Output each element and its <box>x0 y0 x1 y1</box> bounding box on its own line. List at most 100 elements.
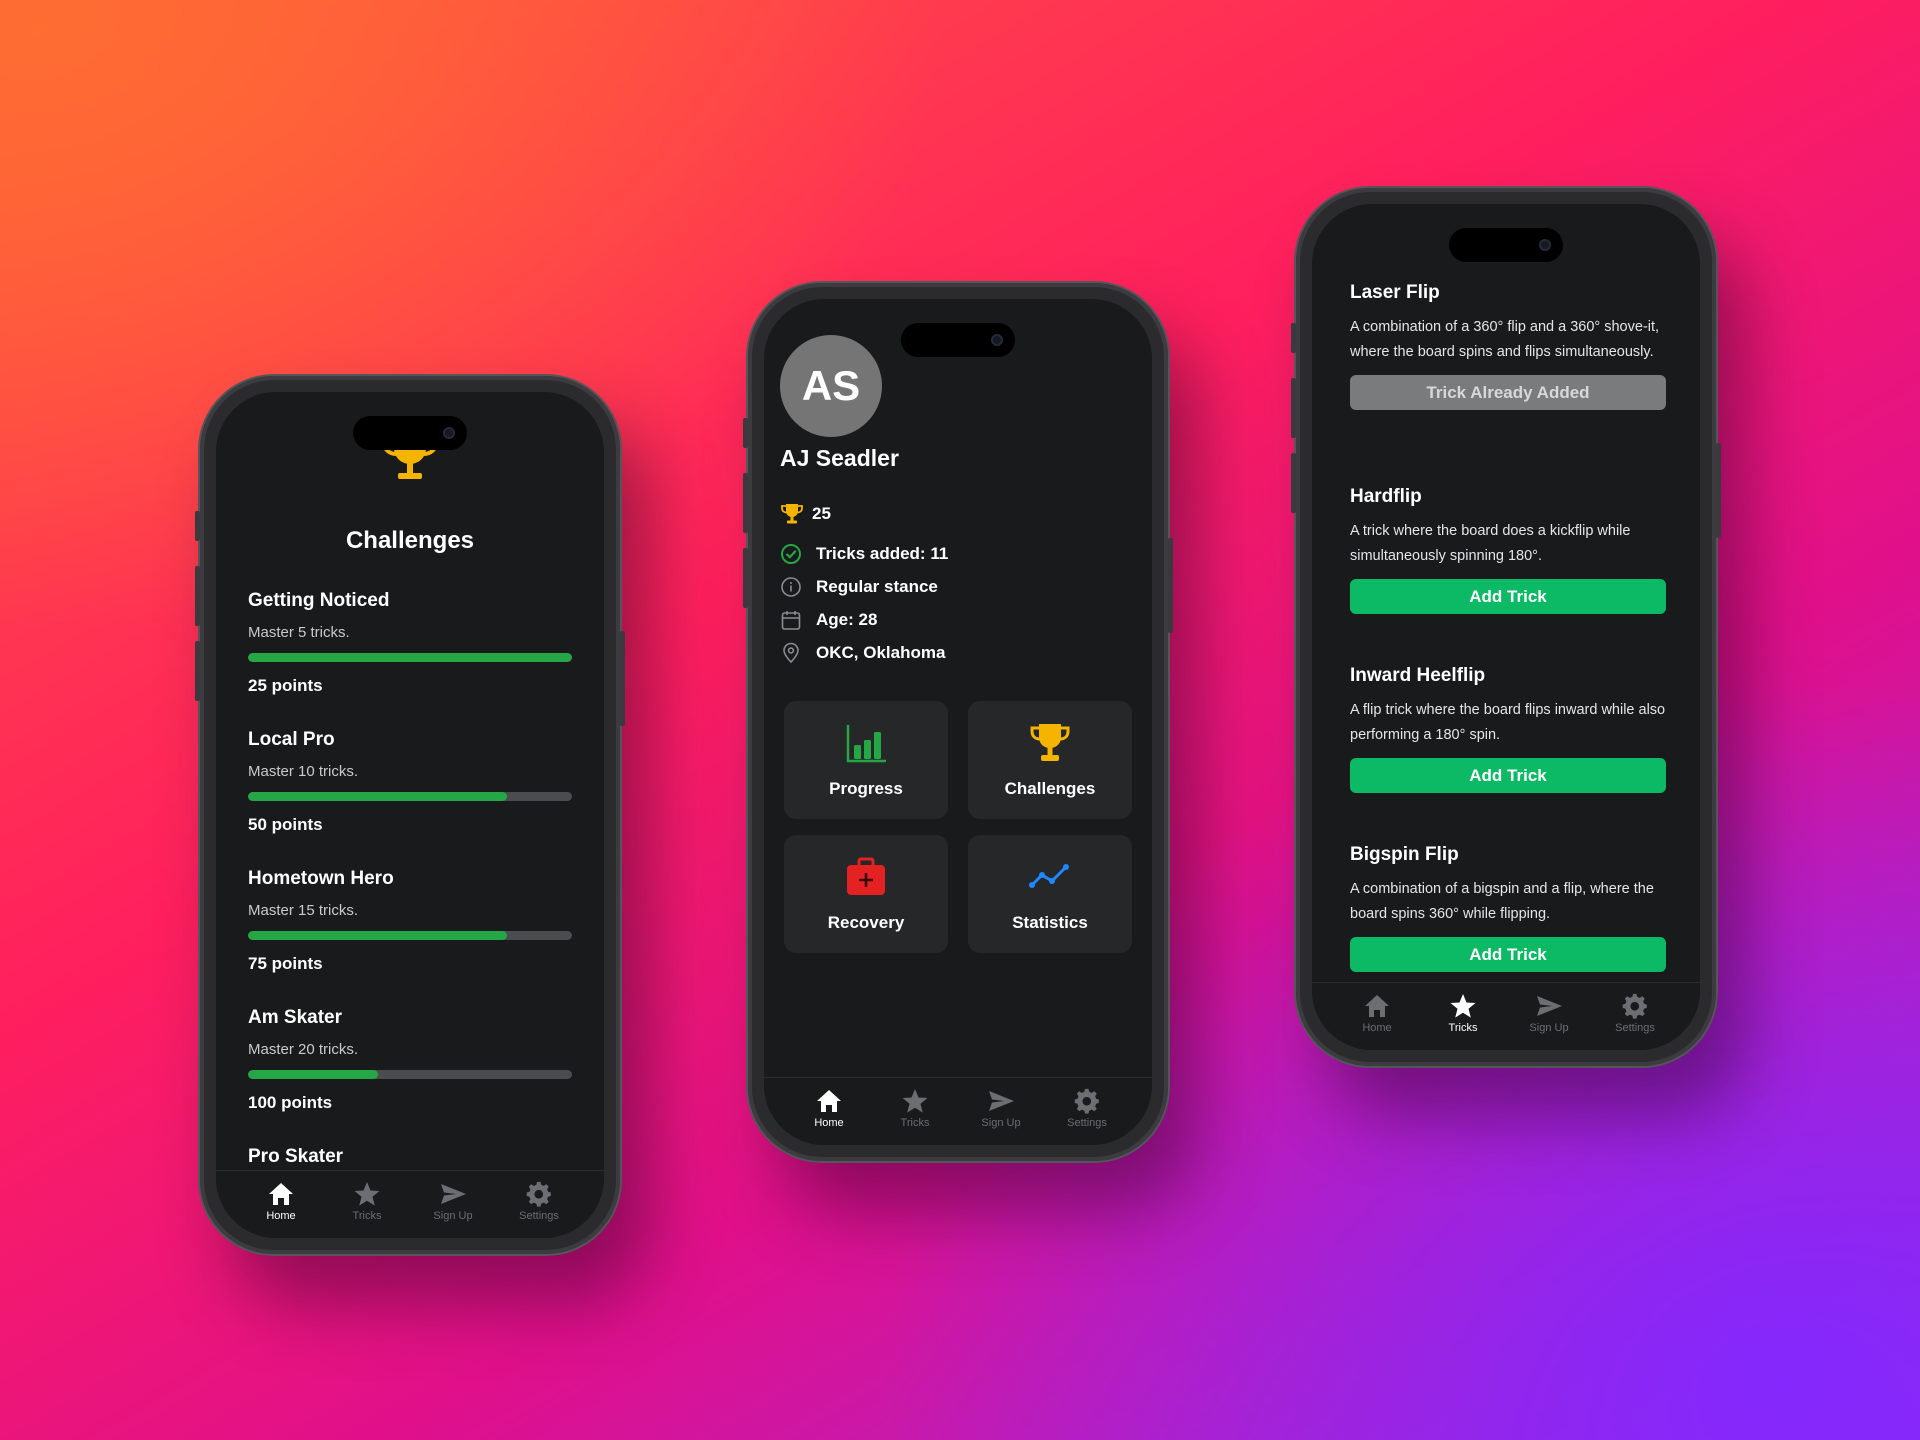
challenge-progress-bar <box>248 931 572 940</box>
calendar-icon <box>781 611 801 630</box>
user-name: AJ Seadler <box>780 445 899 471</box>
progress-tile[interactable]: Progress <box>784 701 948 819</box>
trophy-icon <box>781 504 803 524</box>
tab-label: Tricks <box>352 1210 382 1222</box>
tab-settings[interactable]: Settings <box>1052 1088 1122 1145</box>
star-icon <box>354 1182 380 1206</box>
trick-name: Inward Heelflip <box>1350 665 1486 686</box>
challenge-progress-fill <box>248 931 508 940</box>
tab-tricks[interactable]: Tricks <box>1428 993 1498 1050</box>
phone-profile: AS AJ Seadler 25 Tricks added: 11 Regula… <box>743 283 1173 1161</box>
info-icon <box>781 577 801 597</box>
tab-tricks[interactable]: Tricks <box>332 1181 402 1238</box>
tab-label: Home <box>266 1210 296 1222</box>
trick-description: A trick where the board does a kickflip … <box>1350 523 1631 564</box>
challenge-points: 50 points <box>248 815 323 834</box>
challenge-progress-fill <box>248 792 508 801</box>
bar-chart-icon <box>846 725 886 763</box>
challenge-card: Am Skater Master 20 tricks. 100 points <box>248 1007 572 1113</box>
trophy-icon <box>1030 724 1070 761</box>
send-icon <box>441 1184 466 1204</box>
add-trick-button[interactable]: Add Trick <box>1350 937 1666 972</box>
tab-label: Sign Up <box>433 1210 473 1222</box>
challenge-progress-fill <box>248 1070 378 1079</box>
volume-up-button <box>1291 378 1296 438</box>
send-icon <box>989 1091 1014 1111</box>
challenge-card: Getting Noticed Master 5 tricks. 25 poin… <box>248 590 572 696</box>
challenge-progress-bar <box>248 653 572 662</box>
points-row: 25 <box>780 502 831 526</box>
recovery-tile[interactable]: Recovery <box>784 835 948 953</box>
add-trick-button[interactable]: Add Trick <box>1350 758 1666 793</box>
dynamic-island <box>1449 228 1563 262</box>
challenges-tile[interactable]: Challenges <box>968 701 1132 819</box>
trick-name: Laser Flip <box>1350 282 1440 303</box>
dynamic-island <box>901 323 1015 357</box>
challenge-description: Master 5 tricks. <box>248 624 350 641</box>
check-circle-icon <box>781 544 801 564</box>
challenge-points: 100 points <box>248 1093 333 1112</box>
tab-sign-up[interactable]: Sign Up <box>418 1181 488 1238</box>
challenge-title: Getting Noticed <box>248 590 390 611</box>
tab-home[interactable]: Home <box>1342 993 1412 1050</box>
challenge-points: 75 points <box>248 954 323 973</box>
tab-home[interactable]: Home <box>246 1181 316 1238</box>
tile-label: Challenges <box>1004 779 1096 798</box>
tab-settings[interactable]: Settings <box>504 1181 574 1238</box>
trick-name: Hardflip <box>1350 486 1422 507</box>
trick-card: Inward Heelflip A flip trick where the b… <box>1350 665 1666 793</box>
star-icon <box>902 1089 928 1113</box>
tab-bar: Home Tricks Sign Up Settings <box>1312 982 1700 1050</box>
stance-row: Regular stance <box>780 576 938 598</box>
tab-sign-up[interactable]: Sign Up <box>966 1088 1036 1145</box>
volume-down-button <box>1291 453 1296 513</box>
page-title: Challenges <box>345 527 475 554</box>
gear-icon <box>1074 1088 1099 1114</box>
tab-bar: Home Tricks Sign Up Settings <box>764 1077 1152 1145</box>
phone-tricks: Laser Flip A combination of a 360° flip … <box>1291 188 1721 1066</box>
age-row: Age: 28 <box>780 609 877 631</box>
avatar[interactable]: AS <box>780 335 882 437</box>
tab-label: Tricks <box>1448 1022 1478 1034</box>
challenge-description: Master 10 tricks. <box>248 763 359 780</box>
action-button <box>195 511 200 541</box>
tab-home[interactable]: Home <box>794 1088 864 1145</box>
tab-label: Home <box>1362 1022 1392 1034</box>
home-icon <box>817 1090 841 1112</box>
trend-line-icon <box>1029 864 1069 888</box>
trick-card: Bigspin Flip A combination of a bigspin … <box>1350 844 1666 972</box>
tab-label: Settings <box>1615 1022 1655 1034</box>
challenge-progress-bar <box>248 1070 572 1079</box>
send-icon <box>1537 996 1562 1016</box>
challenge-description: Master 15 tricks. <box>248 902 359 919</box>
location-pin-icon <box>783 642 799 664</box>
power-button <box>620 631 625 726</box>
tricks-added-row: Tricks added: 11 <box>780 543 948 565</box>
phone-challenges: Challenges Getting Noticed Master 5 tric… <box>195 376 625 1254</box>
trick-description: A flip trick where the board flips inwar… <box>1350 702 1666 743</box>
add-trick-button[interactable]: Add Trick <box>1350 579 1666 614</box>
challenge-progress-fill <box>248 653 572 662</box>
star-icon <box>1450 994 1476 1018</box>
challenge-points: 25 points <box>248 676 323 695</box>
trick-already-added-button[interactable]: Trick Already Added <box>1350 375 1666 410</box>
tab-sign-up[interactable]: Sign Up <box>1514 993 1584 1050</box>
dynamic-island <box>353 416 467 450</box>
power-button <box>1716 443 1721 538</box>
gear-icon <box>526 1181 551 1207</box>
tile-label: Statistics <box>1012 913 1088 932</box>
challenge-title: Am Skater <box>248 1007 342 1028</box>
statistics-tile[interactable]: Statistics <box>968 835 1132 953</box>
tricks-added-text: Tricks added: 11 <box>816 544 949 563</box>
tab-label: Tricks <box>900 1117 930 1129</box>
tab-tricks[interactable]: Tricks <box>880 1088 950 1145</box>
challenge-title: Local Pro <box>248 729 335 750</box>
challenge-title: Hometown Hero <box>248 868 394 889</box>
tab-settings[interactable]: Settings <box>1600 993 1670 1050</box>
tab-label: Sign Up <box>1529 1022 1569 1034</box>
challenge-card: Hometown Hero Master 15 tricks. 75 point… <box>248 868 572 974</box>
first-aid-kit-icon <box>847 857 885 895</box>
location-text: OKC, Oklahoma <box>816 643 946 662</box>
trick-name: Bigspin Flip <box>1350 844 1459 865</box>
challenge-description: Master 20 tricks. <box>248 1041 359 1058</box>
